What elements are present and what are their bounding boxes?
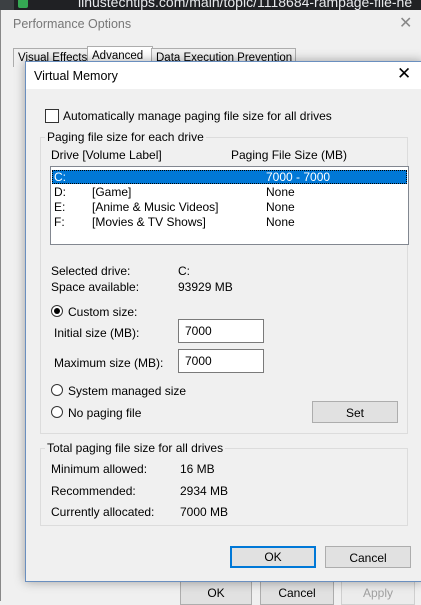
space-available-label: Space available: (51, 280, 140, 294)
minimum-allowed-label: Minimum allowed: (51, 462, 148, 476)
dialog-title: Virtual Memory (34, 69, 118, 83)
recommended-label: Recommended: (51, 484, 136, 498)
drive-row[interactable]: E: [Anime & Music Videos] None (52, 200, 407, 214)
drive-volume-label: [Game] (92, 185, 132, 199)
browser-edge (0, 0, 14, 10)
no-paging-file-label[interactable]: No paging file (68, 406, 141, 420)
browser-address-strip: linustechtips.com/main/topic/1118684-ram… (0, 0, 421, 10)
close-icon[interactable]: ✕ (397, 64, 411, 84)
drive-volume-label: [Movies & TV Shows] (92, 215, 206, 229)
drive-letter: F: (54, 215, 65, 229)
custom-size-label[interactable]: Custom size: (68, 305, 137, 319)
cancel-button[interactable]: Cancel (325, 546, 411, 568)
selected-drive-value: C: (178, 264, 190, 278)
column-header-size: Paging File Size (MB) (231, 148, 348, 162)
drive-row[interactable]: C: 7000 - 7000 (52, 170, 407, 184)
auto-manage-checkbox[interactable] (45, 109, 59, 123)
drive-paging-size: None (266, 185, 295, 199)
lock-icon (18, 0, 28, 8)
drive-letter: D: (54, 185, 66, 199)
perf-cancel-button[interactable]: Cancel (260, 581, 334, 605)
minimum-allowed-value: 16 MB (180, 462, 215, 476)
custom-size-radio[interactable] (51, 305, 63, 317)
drive-paging-size: None (266, 200, 295, 214)
drive-row[interactable]: D: [Game] None (52, 185, 407, 199)
drive-paging-size: 7000 - 7000 (266, 170, 331, 184)
drive-volume-label: [Anime & Music Videos] (92, 200, 219, 214)
auto-manage-label[interactable]: Automatically manage paging file size fo… (63, 109, 332, 123)
drive-row[interactable]: F: [Movies & TV Shows] None (52, 215, 407, 229)
dialog-titlebar: Virtual Memory ✕ (26, 62, 421, 89)
paging-group-label: Paging file size for each drive (45, 130, 206, 144)
close-icon[interactable]: ✕ (399, 13, 412, 33)
selected-drive-label: Selected drive: (51, 264, 131, 278)
virtual-memory-dialog: Virtual Memory ✕ Automatically manage pa… (25, 61, 421, 582)
maximum-size-input[interactable]: 7000 (178, 349, 264, 373)
drive-letter: E: (54, 200, 66, 214)
recommended-value: 2934 MB (180, 484, 229, 498)
drive-list[interactable]: C: 7000 - 7000 D: [Game] None E: [Anime … (50, 166, 409, 245)
currently-allocated-label: Currently allocated: (51, 505, 155, 519)
drive-paging-size: None (266, 215, 295, 229)
currently-allocated-value: 7000 MB (180, 505, 229, 519)
perf-window-title: Performance Options (13, 17, 132, 31)
initial-size-label: Initial size (MB): (54, 326, 140, 340)
space-available-value: 93929 MB (178, 280, 233, 294)
total-group-label: Total paging file size for all drives (45, 441, 226, 455)
drive-letter: C: (54, 170, 66, 184)
ok-button[interactable]: OK (230, 546, 316, 568)
set-button[interactable]: Set (312, 401, 398, 423)
perf-ok-button[interactable]: OK (180, 581, 252, 605)
initial-size-input[interactable]: 7000 (178, 319, 264, 343)
no-paging-file-radio[interactable] (51, 406, 63, 418)
system-managed-radio[interactable] (51, 384, 63, 396)
column-header-drive: Drive [Volume Label] (51, 148, 162, 162)
perf-apply-button[interactable]: Apply (341, 581, 415, 605)
system-managed-label[interactable]: System managed size (68, 384, 186, 398)
browser-url[interactable]: linustechtips.com/main/topic/1118684-ram… (78, 0, 412, 10)
maximum-size-label: Maximum size (MB): (54, 356, 164, 370)
